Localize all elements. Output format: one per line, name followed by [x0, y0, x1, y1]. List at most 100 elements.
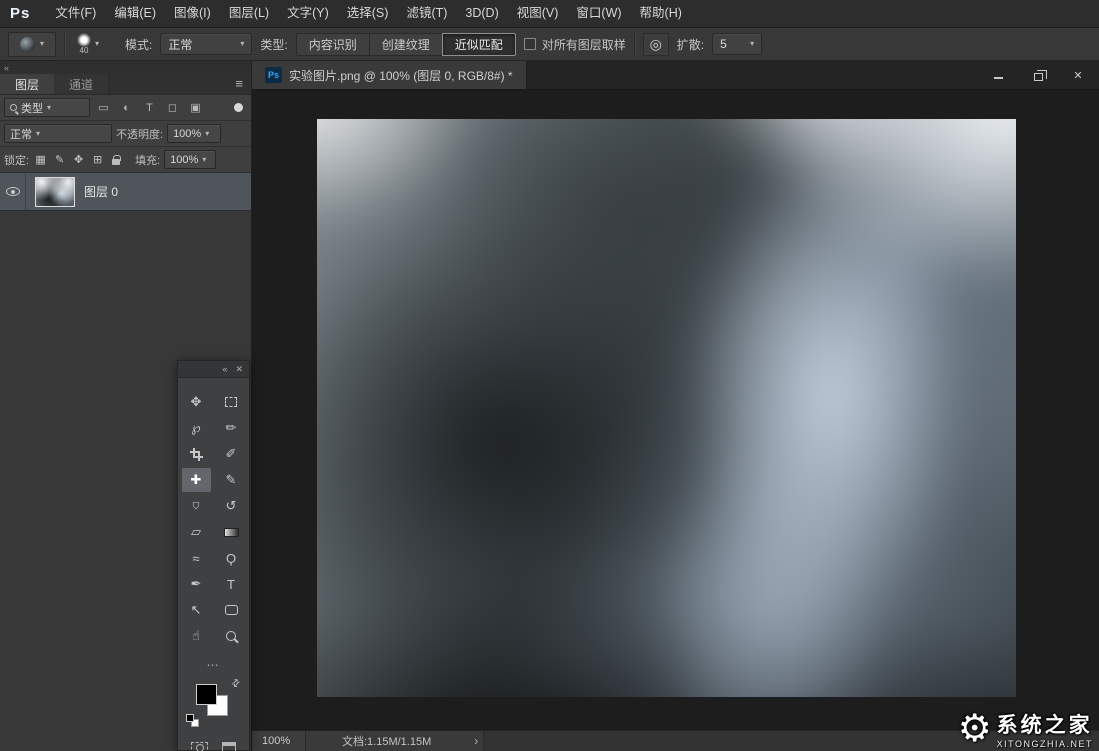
canvas-area[interactable]	[252, 90, 1099, 730]
tool-preset-picker[interactable]: ▾	[8, 31, 56, 57]
lock-label: 锁定:	[4, 154, 30, 167]
lock-fill-row: 锁定: ▦ ✎ ✥ ⊞ 填充: 100% ▾	[0, 147, 251, 173]
diffusion-dropdown[interactable]: 5 ▾	[712, 33, 763, 55]
layer-thumbnail[interactable]	[35, 176, 75, 207]
lock-artboard-icon[interactable]: ⊞	[90, 153, 105, 166]
document-tab[interactable]: Ps 实验图片.png @ 100% (图层 0, RGB/8#) *	[252, 61, 527, 89]
layer-row-selected[interactable]: 图层 0	[0, 173, 251, 211]
smart-object-filter-icon[interactable]: ▣	[186, 99, 205, 116]
lock-all-icon[interactable]	[112, 154, 122, 165]
brush-size-value: 40	[79, 46, 89, 55]
type-tool[interactable]: T	[217, 572, 246, 596]
type-proximity-match-button[interactable]: 近似匹配	[441, 32, 516, 56]
sample-all-layers-checkbox[interactable]	[523, 38, 536, 50]
lock-position-icon[interactable]: ✥	[71, 153, 86, 166]
default-colors-button[interactable]	[186, 714, 200, 728]
pen-tool[interactable]: ✒	[182, 572, 211, 596]
canvas-image[interactable]	[317, 119, 1016, 697]
minimize-icon	[993, 77, 1003, 79]
opacity-dropdown[interactable]: 100% ▾	[167, 124, 222, 143]
menu-filter[interactable]: 滤镜(T)	[397, 0, 456, 27]
fill-dropdown[interactable]: 100% ▾	[164, 150, 217, 169]
foreground-color-swatch[interactable]	[196, 684, 217, 705]
eyedropper-tool[interactable]: ✐	[217, 442, 246, 466]
chevron-down-icon: ▾	[95, 39, 100, 48]
watermark-site-name: 系统之家	[996, 714, 1093, 737]
panel-dock-header: «	[0, 61, 251, 74]
rect-marquee-tool[interactable]	[217, 390, 246, 414]
brush-tool[interactable]: ✎	[217, 468, 246, 492]
status-options-chevron[interactable]: ›	[469, 734, 483, 748]
zoom-icon	[226, 631, 236, 641]
document-titlebar: Ps 实验图片.png @ 100% (图层 0, RGB/8#) * ✕	[252, 61, 1099, 90]
crop-tool[interactable]	[182, 442, 211, 466]
menu-layer[interactable]: 图层(L)	[220, 0, 278, 27]
blend-mode-dropdown[interactable]: 正常 ▾	[160, 33, 253, 55]
menu-edit[interactable]: 编辑(E)	[105, 0, 165, 27]
path-selection-tool[interactable]: ↖	[182, 598, 211, 622]
collapse-toolbox-icon[interactable]: «	[222, 364, 227, 374]
shape-tool[interactable]	[217, 598, 246, 622]
layer-filtering-toggle[interactable]	[234, 103, 243, 112]
close-button[interactable]: ✕	[1069, 67, 1087, 83]
menu-select[interactable]: 选择(S)	[338, 0, 398, 27]
quick-selection-tool[interactable]: ✏	[217, 416, 246, 440]
pen-icon: ✒	[190, 576, 202, 591]
airbrush-icon: ◎	[649, 35, 662, 52]
type-content-aware-button[interactable]: 内容识别	[295, 32, 370, 56]
shape-layer-filter-icon[interactable]: ◻	[163, 99, 182, 116]
lasso-tool[interactable]: ℘	[182, 416, 211, 440]
menu-window[interactable]: 窗口(W)	[567, 0, 630, 27]
toolbox-panel: « ✕ ✥ ℘ ✏ ✐ ✚ ✎ ⌂ ↺ ▱ ≈ Ϙ ✒ T ↖ ☝ ⋯ ⇄	[177, 360, 250, 751]
tool-preset-icon	[19, 36, 35, 52]
lock-image-pixels-icon[interactable]: ✎	[52, 153, 67, 166]
edit-toolbar-button[interactable]: ⋯	[178, 658, 249, 672]
blur-tool[interactable]: ≈	[182, 546, 211, 570]
menu-image[interactable]: 图像(I)	[165, 0, 220, 27]
lock-transparent-pixels-icon[interactable]: ▦	[33, 153, 48, 166]
tool-options-bar: ▾ 40 ▾ 模式: 正常 ▾ 类型: 内容识别 创建纹理 近似匹配 对所有图层…	[0, 28, 1099, 61]
history-brush-tool[interactable]: ↺	[217, 494, 246, 518]
spot-healing-brush-tool[interactable]: ✚	[181, 468, 211, 492]
eraser-tool[interactable]: ▱	[182, 520, 211, 544]
filter-type-dropdown[interactable]: 类型 ▾	[4, 98, 90, 117]
menu-view[interactable]: 视图(V)	[508, 0, 568, 27]
menu-3d[interactable]: 3D(D)	[456, 0, 507, 27]
gradient-tool[interactable]	[217, 520, 246, 544]
toolbox-header[interactable]: « ✕	[178, 361, 249, 378]
airbrush-pressure-button[interactable]: ◎	[642, 32, 669, 56]
brush-size-picker[interactable]: 40 ▾	[73, 30, 117, 58]
tab-layers[interactable]: 图层	[0, 74, 55, 94]
history-brush-icon: ↺	[225, 498, 237, 513]
restore-button[interactable]	[1029, 67, 1047, 83]
watermark-site-url: XITONGZHIA.NET	[996, 739, 1093, 749]
tab-channels[interactable]: 通道	[54, 74, 110, 94]
layer-name[interactable]: 图层 0	[84, 183, 118, 200]
main-area: « 图层 通道 ≡ 类型 ▾ ▭ ◐ T ◻ ▣ 正常 ▾ 不透明度: 100%…	[0, 61, 1099, 751]
close-toolbox-icon[interactable]: ✕	[235, 364, 243, 375]
sample-all-layers-label: 对所有图层取样	[541, 37, 626, 52]
screen-mode-button[interactable]	[222, 742, 236, 751]
minimize-button[interactable]	[989, 67, 1007, 83]
layer-visibility-toggle[interactable]	[0, 173, 26, 210]
clone-stamp-tool[interactable]: ⌂	[182, 494, 211, 518]
move-tool[interactable]: ✥	[182, 390, 211, 414]
quick-mask-mode-button[interactable]	[191, 742, 208, 751]
type-create-texture-button[interactable]: 创建纹理	[368, 32, 443, 56]
pixel-layer-filter-icon[interactable]: ▭	[94, 99, 113, 116]
type-layer-filter-icon[interactable]: T	[140, 99, 159, 116]
layer-blend-mode-dropdown[interactable]: 正常 ▾	[4, 124, 112, 143]
collapse-panels-icon[interactable]: «	[4, 63, 9, 73]
adjustment-layer-filter-icon[interactable]: ◐	[117, 99, 136, 116]
type-label: 类型:	[260, 37, 288, 52]
menu-file[interactable]: 文件(F)	[46, 0, 105, 27]
menu-help[interactable]: 帮助(H)	[631, 0, 691, 27]
panel-menu-icon[interactable]: ≡	[235, 76, 243, 91]
menu-bar: Ps 文件(F) 编辑(E) 图像(I) 图层(L) 文字(Y) 选择(S) 滤…	[0, 0, 1099, 28]
hand-tool[interactable]: ☝	[182, 624, 211, 648]
swap-colors-icon[interactable]: ⇄	[229, 677, 243, 691]
dodge-tool[interactable]: Ϙ	[217, 546, 246, 570]
zoom-level-field[interactable]: 100%	[252, 731, 306, 751]
menu-type[interactable]: 文字(Y)	[278, 0, 338, 27]
zoom-tool[interactable]	[217, 624, 246, 648]
